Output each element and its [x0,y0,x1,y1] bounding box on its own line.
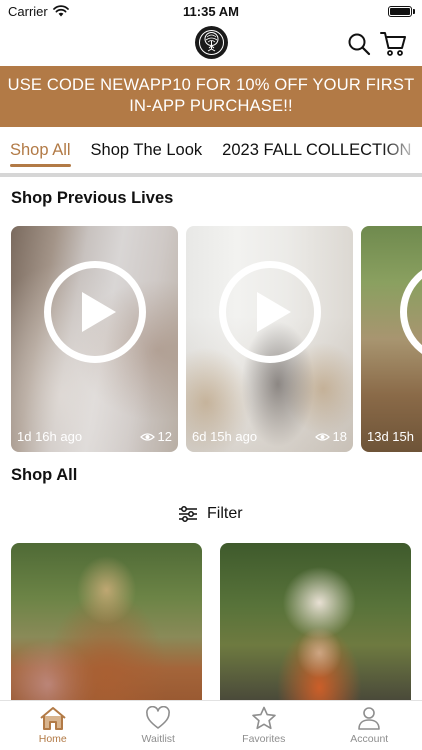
tabbar-label: Waitlist [141,733,175,745]
eye-icon [139,432,155,441]
promo-text: USE CODE NEWAPP10 FOR 10% OFF YOUR FIRST… [7,76,415,115]
live-age: 1d 16h ago [17,429,83,444]
tab-shop-the-look[interactable]: Shop The Look [81,127,213,173]
filter-sliders-icon [179,506,197,522]
product-card[interactable] [220,543,411,700]
live-meta: 13d 15h [367,429,422,444]
live-views: 18 [314,429,347,444]
search-button[interactable] [345,30,373,58]
live-views-count: 12 [157,429,172,444]
tabbar-label: Account [350,733,389,745]
tabbar-account[interactable]: Account [317,701,422,750]
category-tabs: Shop All Shop The Look 2023 FALL COLLECT… [0,127,422,173]
wifi-icon [52,5,69,17]
live-video-card[interactable]: 6d 15h ago 18 [186,226,353,452]
product-image-overlay [11,543,202,700]
app-header [0,22,422,66]
tabbar-favorites[interactable]: Favorites [211,701,317,750]
tree-of-life-logo-icon[interactable] [195,26,228,59]
product-image-overlay [220,543,411,700]
filter-label: Filter [207,505,243,522]
heart-icon [146,706,171,729]
cart-icon [379,32,406,56]
search-icon [348,33,371,56]
tab-label: Shop All [10,140,71,159]
eye-icon [314,432,330,441]
live-age: 13d 15h [367,429,414,444]
battery-icon [388,5,415,17]
cart-button[interactable] [379,30,407,58]
filter-button[interactable]: Filter [178,502,243,526]
tabbar-waitlist[interactable]: Waitlist [106,701,212,750]
play-button-icon[interactable] [43,261,146,363]
star-icon [251,706,276,730]
tab-label: 2023 FALL COLLECTION [222,140,412,159]
carrier-label: Carrier [8,3,48,19]
section-title-previous-lives: Shop Previous Lives [11,189,174,207]
live-meta: 6d 15h ago 18 [192,429,347,444]
promo-banner[interactable]: USE CODE NEWAPP10 FOR 10% OFF YOUR FIRST… [0,66,422,127]
product-card[interactable] [11,543,202,700]
live-video-card[interactable]: 1d 16h ago 12 [11,226,178,452]
status-left: Carrier [8,4,69,19]
live-meta: 1d 16h ago 12 [17,429,172,444]
tabbar-label: Favorites [242,733,286,745]
person-icon [358,707,381,730]
live-views: 12 [139,429,172,444]
tabbar-home[interactable]: Home [0,701,106,750]
tab-label: Shop The Look [90,140,203,159]
status-bar: Carrier 11:35 AM [0,0,422,22]
bottom-tab-bar: Home Waitlist Favorites Account [0,700,422,750]
live-video-card[interactable]: 13d 15h [361,226,422,452]
tabs-divider [0,173,422,177]
live-age: 6d 15h ago [192,429,258,444]
play-button-icon[interactable] [218,261,321,363]
tab-shop-all[interactable]: Shop All [0,127,81,173]
battery-fill [390,7,410,15]
section-title-shop-all: Shop All [11,466,78,484]
tabbar-label: Home [38,733,67,745]
tab-2023-fall-collection[interactable]: 2023 FALL COLLECTION [212,127,421,173]
home-icon [40,707,66,730]
previous-lives-carousel[interactable]: 1d 16h ago 12 6d 15h ago 18 13d 15h [11,226,422,452]
live-views-count: 18 [332,429,347,444]
